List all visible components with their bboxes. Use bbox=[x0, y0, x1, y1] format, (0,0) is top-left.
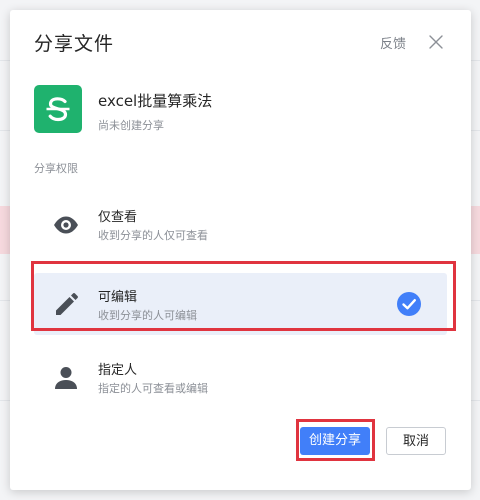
feedback-link[interactable]: 反馈 bbox=[380, 33, 406, 52]
eye-icon bbox=[54, 216, 78, 234]
option-title: 仅查看 bbox=[98, 210, 138, 225]
dialog-title: 分享文件 bbox=[34, 33, 115, 55]
permission-section-label: 分享权限 bbox=[34, 162, 78, 175]
option-editable[interactable]: 可编辑 收到分享的人可编辑 bbox=[34, 273, 447, 335]
wps-file-icon bbox=[34, 85, 82, 133]
file-name: excel批量算乘法 bbox=[98, 92, 213, 110]
check-circle-icon bbox=[397, 292, 421, 316]
cancel-button[interactable]: 取消 bbox=[386, 427, 446, 455]
create-share-button[interactable]: 创建分享 bbox=[300, 427, 370, 455]
option-description: 收到分享的人仅可查看 bbox=[98, 229, 208, 242]
close-icon[interactable] bbox=[428, 34, 444, 50]
option-description: 指定的人可查看或编辑 bbox=[98, 382, 208, 395]
person-icon bbox=[55, 367, 77, 389]
option-title: 可编辑 bbox=[98, 290, 138, 305]
pencil-icon bbox=[56, 293, 78, 315]
option-description: 收到分享的人可编辑 bbox=[98, 309, 197, 322]
share-dialog: 分享文件 反馈 excel批量算乘法 尚未创建分享 分享权限 仅查看 收到分享的… bbox=[10, 10, 471, 490]
option-specified-people[interactable]: 指定人 指定的人可查看或编辑 bbox=[34, 346, 447, 408]
option-view-only[interactable]: 仅查看 收到分享的人仅可查看 bbox=[34, 193, 447, 255]
option-title: 指定人 bbox=[98, 363, 138, 378]
share-status: 尚未创建分享 bbox=[98, 119, 164, 132]
